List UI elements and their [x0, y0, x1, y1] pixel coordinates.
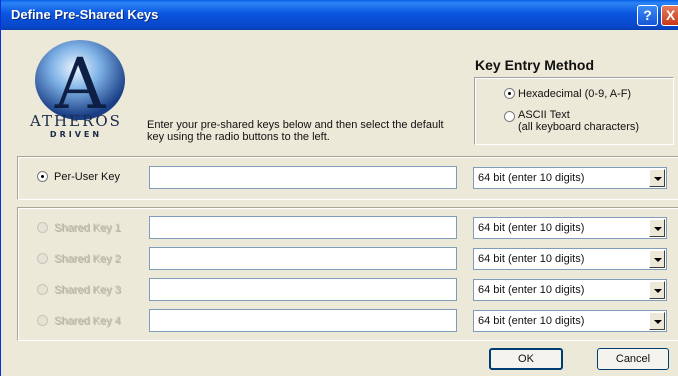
chevron-down-icon[interactable] — [649, 169, 665, 187]
chevron-down-icon[interactable] — [649, 250, 665, 268]
cancel-button[interactable]: Cancel — [597, 348, 669, 370]
shared-key-4-length-select[interactable]: 64 bit (enter 10 digits) — [473, 310, 667, 332]
close-icon: X — [665, 7, 676, 23]
shared-key-1-length-select[interactable]: 64 bit (enter 10 digits) — [473, 217, 667, 239]
shared-key-3-length-value: 64 bit (enter 10 digits) — [478, 284, 585, 296]
ascii-text-radio[interactable] — [504, 111, 515, 122]
brand-wordmark: ATHEROS DRIVEN — [21, 112, 131, 139]
shared-key-3-input[interactable] — [149, 278, 457, 301]
shared-key-3-label: Shared Key 3 — [54, 284, 121, 296]
shared-key-4-length-value: 64 bit (enter 10 digits) — [478, 315, 585, 327]
shared-key-1-length-value: 64 bit (enter 10 digits) — [478, 222, 585, 234]
shared-key-4-input[interactable] — [149, 309, 457, 332]
key-entry-method-title: Key Entry Method — [475, 57, 595, 73]
ascii-text-label-line1: ASCII Text — [518, 109, 570, 121]
shared-key-4-radio[interactable] — [37, 315, 48, 326]
help-icon: ? — [643, 7, 652, 23]
chevron-down-icon[interactable] — [649, 281, 665, 299]
ascii-text-label[interactable]: ASCII Text (all keyboard characters) — [518, 109, 639, 133]
per-user-key-radio[interactable] — [37, 171, 48, 182]
hexadecimal-label[interactable]: Hexadecimal (0-9, A-F) — [518, 88, 631, 100]
shared-key-2-length-select[interactable]: 64 bit (enter 10 digits) — [473, 248, 667, 270]
shared-key-1-input[interactable] — [149, 216, 457, 239]
window-title: Define Pre-Shared Keys — [11, 7, 159, 22]
dialog-window: Define Pre-Shared Keys ? X A ATHEROS DRI… — [0, 0, 678, 376]
brand-name: ATHEROS — [30, 112, 122, 130]
shared-key-2-radio[interactable] — [37, 253, 48, 264]
ok-button[interactable]: OK — [489, 348, 563, 370]
per-user-key-label[interactable]: Per-User Key — [54, 171, 120, 183]
shared-key-2-input[interactable] — [149, 247, 457, 270]
per-user-key-input[interactable] — [149, 166, 457, 189]
ascii-text-label-line2: (all keyboard characters) — [518, 121, 640, 133]
shared-key-1-radio[interactable] — [37, 222, 48, 233]
chevron-down-icon[interactable] — [649, 312, 665, 330]
close-button[interactable]: X — [661, 5, 678, 26]
shared-key-4-label: Shared Key 4 — [54, 315, 121, 327]
help-button[interactable]: ? — [637, 5, 658, 26]
shared-key-3-length-select[interactable]: 64 bit (enter 10 digits) — [473, 279, 667, 301]
instructions-text: Enter your pre-shared keys below and the… — [147, 119, 444, 143]
shared-key-2-length-value: 64 bit (enter 10 digits) — [478, 253, 585, 265]
chevron-down-icon[interactable] — [649, 219, 665, 237]
shared-key-1-label: Shared Key 1 — [54, 222, 121, 234]
per-user-key-length-value: 64 bit (enter 10 digits) — [478, 172, 585, 184]
per-user-key-length-select[interactable]: 64 bit (enter 10 digits) — [473, 167, 667, 189]
brand-tagline: DRIVEN — [49, 130, 103, 139]
shared-key-3-radio[interactable] — [37, 284, 48, 295]
title-bar[interactable]: Define Pre-Shared Keys ? X — [1, 0, 678, 30]
shared-key-2-label: Shared Key 2 — [54, 253, 121, 265]
hexadecimal-radio[interactable] — [504, 88, 515, 99]
